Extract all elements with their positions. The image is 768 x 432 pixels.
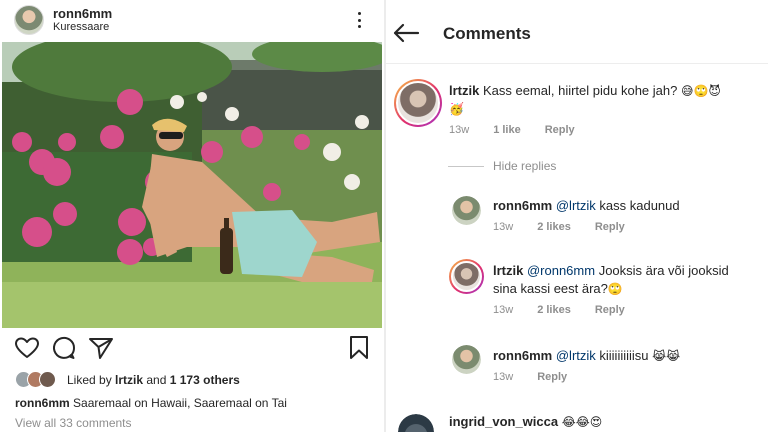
post-location[interactable]: Kuressaare <box>53 21 109 33</box>
avatar[interactable] <box>449 259 484 294</box>
caption-username[interactable]: ronn6mm <box>15 396 70 410</box>
comment-likes[interactable]: 2 likes <box>537 304 571 316</box>
reply-button[interactable]: Reply <box>545 124 575 136</box>
mention-link[interactable]: @ronn6mm <box>527 263 595 278</box>
reply-button[interactable]: Reply <box>595 304 625 316</box>
comment-meta: 13w 2 likes Reply <box>493 221 625 233</box>
hide-replies-button[interactable]: Hide replies <box>493 159 556 173</box>
comment-icon[interactable] <box>50 334 78 362</box>
comment-username[interactable]: lrtzik <box>493 263 523 278</box>
comment-text: ronn6mm @lrtzik kiiiiiiiiiisu 😹😹 <box>493 348 681 363</box>
reply-button[interactable]: Reply <box>537 371 567 383</box>
view-all-comments-link[interactable]: View all 33 comments <box>15 416 132 430</box>
post-photo[interactable] <box>2 42 382 328</box>
avatar[interactable] <box>452 196 481 225</box>
post-header: ronn6mm Kuressaare <box>0 0 384 42</box>
comment-text: ronn6mm @lrtzik kass kadunud <box>493 198 680 213</box>
comment-username[interactable]: ronn6mm <box>493 198 552 213</box>
comment-meta: 13w 1 like Reply <box>449 124 575 136</box>
comments-panel: Comments lrtzik Kass eemal, hiirtel pidu… <box>386 0 768 432</box>
reply-button[interactable]: Reply <box>595 221 625 233</box>
mention-link[interactable]: @lrtzik <box>556 198 596 213</box>
back-arrow-icon[interactable] <box>392 22 420 44</box>
post-panel: ronn6mm Kuressaare Liked by lrtzik and 1… <box>0 0 384 432</box>
comment-text: lrtzik Kass eemal, hiirtel pidu kohe jah… <box>449 83 721 116</box>
avatar[interactable] <box>452 345 481 374</box>
likes-summary[interactable]: Liked by lrtzik and 1 173 others <box>15 371 375 389</box>
comment-meta: 13w 2 likes Reply <box>493 304 625 316</box>
bookmark-icon[interactable] <box>345 334 373 362</box>
heart-icon[interactable] <box>13 334 41 362</box>
divider <box>448 166 484 167</box>
comment-likes[interactable]: 2 likes <box>537 221 571 233</box>
avatar <box>39 371 56 388</box>
comment-username[interactable]: ronn6mm <box>493 348 552 363</box>
page-title: Comments <box>443 24 531 43</box>
comment-likes[interactable]: 1 like <box>493 124 521 136</box>
more-vertical-icon[interactable] <box>352 10 366 30</box>
post-actions <box>0 334 384 364</box>
comment-meta: 13w Reply <box>493 371 568 383</box>
send-icon[interactable] <box>87 334 115 362</box>
comment-text: lrtzik @ronn6mm Jooksis ära või jooksid … <box>493 263 729 296</box>
comments-header: Comments <box>386 0 768 64</box>
avatar[interactable] <box>398 414 434 432</box>
avatar[interactable] <box>14 5 44 35</box>
comment-username[interactable]: lrtzik <box>449 83 479 98</box>
post-username[interactable]: ronn6mm <box>53 6 112 21</box>
comment-username[interactable]: ingrid_von_wicca <box>449 414 558 429</box>
likes-text: Liked by lrtzik and 1 173 others <box>67 373 240 387</box>
comment-text: ingrid_von_wicca 😂😂😍 <box>449 414 603 429</box>
avatar[interactable] <box>394 79 442 127</box>
post-caption: ronn6mm Saaremaal on Hawaii, Saaremaal o… <box>15 396 287 410</box>
mention-link[interactable]: @lrtzik <box>556 348 596 363</box>
